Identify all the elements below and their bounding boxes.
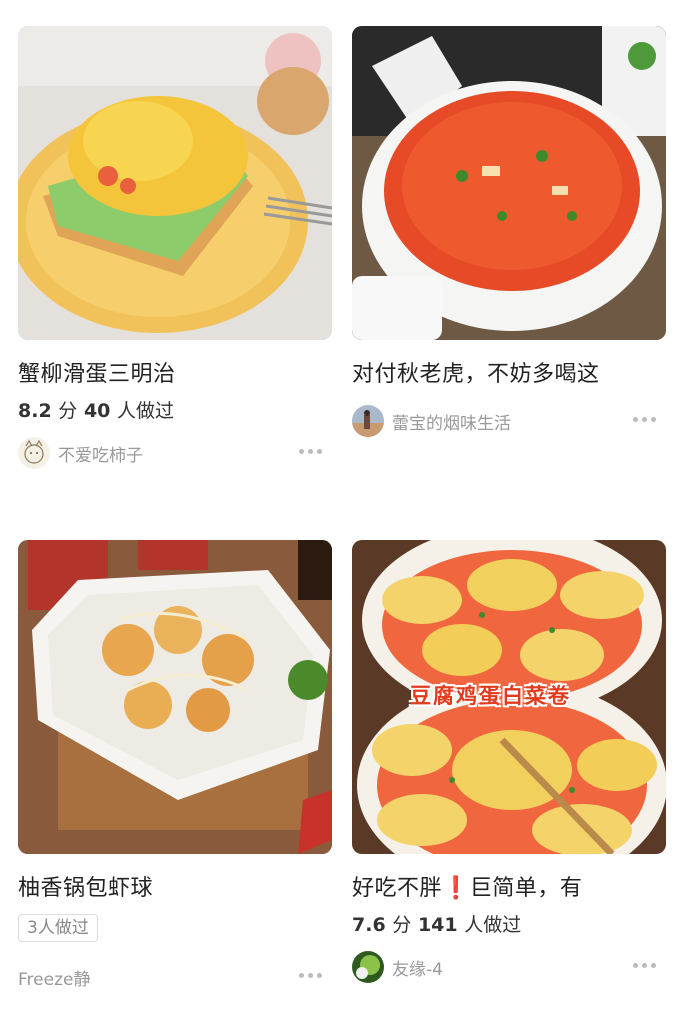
cooked-count-badge: 3人做过 bbox=[18, 914, 98, 942]
author-name[interactable]: 蕾宝的烟味生活 bbox=[392, 409, 511, 434]
image-overlay-text: 豆腐鸡蛋白菜卷 bbox=[410, 684, 571, 708]
shrimp-balls-photo-icon bbox=[18, 540, 332, 854]
cooked-count: 141 bbox=[417, 914, 458, 936]
avatar[interactable] bbox=[352, 951, 384, 983]
recipe-title[interactable]: 对付秋老虎，不妨多喝这 bbox=[352, 360, 666, 390]
tomato-soup-photo-icon bbox=[352, 26, 666, 340]
author-row[interactable]: 蕾宝的烟味生活 bbox=[352, 404, 666, 438]
rating-value: 8.2 bbox=[18, 400, 52, 422]
more-options-icon[interactable] bbox=[299, 449, 322, 454]
recipe-card-4[interactable]: 豆腐鸡蛋白菜卷 好吃不胖❗巨简单，有 7.6 分 141 人做过 友缘-4 bbox=[352, 540, 666, 984]
sandwich-photo-icon bbox=[18, 26, 332, 340]
author-name[interactable]: Freeze静 bbox=[18, 965, 90, 990]
recipe-stats: 7.6 分 141 人做过 bbox=[352, 912, 666, 938]
landscape-avatar-icon bbox=[352, 405, 384, 437]
recipe-card-3[interactable]: 柚香锅包虾球 3人做过 Freeze静 bbox=[18, 540, 332, 994]
more-options-icon[interactable] bbox=[633, 963, 656, 968]
recipe-title[interactable]: 好吃不胖❗巨简单，有 bbox=[352, 874, 666, 904]
avatar[interactable] bbox=[352, 405, 384, 437]
exclamation-icon: ❗ bbox=[442, 876, 470, 901]
cooked-unit: 人做过 bbox=[464, 914, 522, 936]
recipe-title[interactable]: 柚香锅包虾球 bbox=[18, 874, 332, 904]
recipe-image-soup[interactable] bbox=[352, 26, 666, 340]
green-avatar-icon bbox=[352, 951, 384, 983]
title-part-2: 巨简单，有 bbox=[469, 876, 583, 901]
rating-value: 7.6 bbox=[352, 914, 386, 936]
recipe-title[interactable]: 蟹柳滑蛋三明治 bbox=[18, 360, 332, 390]
recipe-card-2[interactable]: 对付秋老虎，不妨多喝这 蕾宝的烟味生活 bbox=[352, 26, 666, 438]
cooked-unit: 人做过 bbox=[117, 400, 175, 422]
recipe-stats: 8.2 分 40 人做过 bbox=[18, 398, 332, 424]
rating-unit: 分 bbox=[58, 400, 78, 422]
more-options-icon[interactable] bbox=[299, 973, 322, 978]
author-row[interactable]: 不爱吃柿子 bbox=[18, 436, 332, 470]
more-options-icon[interactable] bbox=[633, 417, 656, 422]
author-name[interactable]: 友缘-4 bbox=[392, 955, 443, 980]
cooked-count: 40 bbox=[83, 400, 111, 422]
cartoon-avatar-icon bbox=[18, 437, 50, 469]
title-part-1: 好吃不胖 bbox=[352, 876, 443, 901]
author-row[interactable]: 友缘-4 bbox=[352, 950, 666, 984]
recipe-image-cabbage-rolls[interactable]: 豆腐鸡蛋白菜卷 bbox=[352, 540, 666, 854]
recipe-image-shrimp[interactable] bbox=[18, 540, 332, 854]
author-name[interactable]: 不爱吃柿子 bbox=[58, 441, 143, 466]
avatar[interactable] bbox=[18, 437, 50, 469]
recipe-image-sandwich[interactable] bbox=[18, 26, 332, 340]
author-row[interactable]: Freeze静 bbox=[18, 960, 332, 994]
rating-unit: 分 bbox=[392, 914, 412, 936]
recipe-card-1[interactable]: 蟹柳滑蛋三明治 8.2 分 40 人做过 不爱吃柿子 bbox=[18, 26, 332, 470]
